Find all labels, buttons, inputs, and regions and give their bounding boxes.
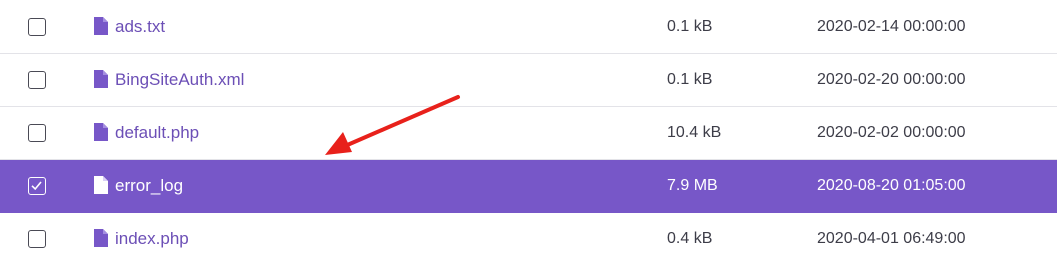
file-modified-date: 2020-04-01 06:49:00 (817, 230, 966, 247)
file-icon (94, 229, 108, 247)
file-icon (94, 176, 108, 194)
checkmark-icon (31, 181, 42, 191)
row-checkbox[interactable] (28, 17, 46, 36)
row-checkbox[interactable] (28, 230, 46, 248)
file-size: 0.1 kB (667, 17, 713, 35)
row-checkbox[interactable] (28, 124, 46, 142)
file-modified-date: 2020-02-02 00:00:00 (817, 124, 966, 141)
file-table: ads.txt 0.1 kB 2020-02-14 00:00:00 BingS… (0, 0, 1057, 265)
file-row-ads-txt[interactable]: ads.txt 0.1 kB 2020-02-14 00:00:00 (0, 0, 1057, 54)
file-modified-date: 2020-08-20 01:05:00 (817, 177, 966, 194)
file-size: 0.1 kB (667, 71, 713, 88)
file-row-bingsiteauth-xml[interactable]: BingSiteAuth.xml 0.1 kB 2020-02-20 00:00… (0, 54, 1057, 107)
row-checkbox[interactable] (28, 71, 46, 89)
file-icon (94, 16, 108, 35)
file-icon (94, 123, 108, 141)
file-row-index-php[interactable]: index.php 0.4 kB 2020-04-01 06:49:00 (0, 213, 1057, 265)
row-checkbox-checked[interactable] (28, 177, 46, 195)
file-size: 10.4 kB (667, 124, 722, 141)
file-size: 7.9 MB (667, 177, 718, 194)
file-name[interactable]: index.php (115, 229, 189, 249)
file-name[interactable]: ads.txt (115, 17, 165, 37)
file-modified-date: 2020-02-20 00:00:00 (817, 71, 966, 88)
file-name[interactable]: default.php (115, 123, 199, 143)
file-modified-date: 2020-02-14 00:00:00 (817, 17, 966, 35)
file-icon (94, 70, 108, 88)
file-name[interactable]: BingSiteAuth.xml (115, 70, 244, 90)
file-size: 0.4 kB (667, 230, 713, 247)
file-name[interactable]: error_log (115, 176, 183, 196)
file-row-default-php[interactable]: default.php 10.4 kB 2020-02-02 00:00:00 (0, 107, 1057, 160)
file-row-error-log[interactable]: error_log 7.9 MB 2020-08-20 01:05:00 (0, 160, 1057, 213)
